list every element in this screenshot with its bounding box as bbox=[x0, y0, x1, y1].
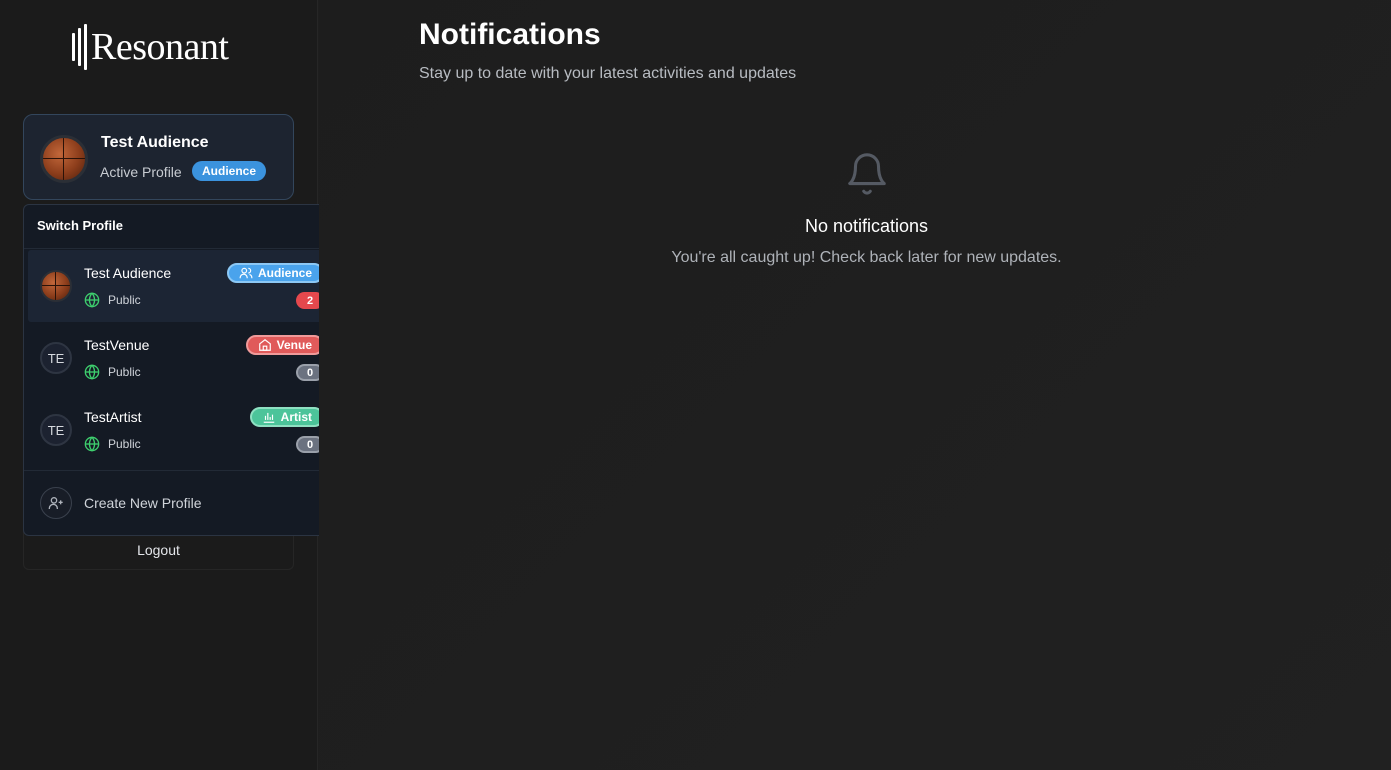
type-badge-artist: Artist bbox=[249, 407, 324, 427]
user-plus-icon bbox=[40, 487, 72, 519]
logo-text: Resonant bbox=[91, 26, 229, 68]
globe-icon bbox=[84, 436, 100, 452]
type-badge-audience: Audience bbox=[226, 263, 324, 283]
empty-state-title: No notifications bbox=[804, 216, 929, 236]
avatar bbox=[40, 270, 72, 302]
bell-icon bbox=[847, 153, 886, 195]
badge-label: Audience bbox=[257, 266, 312, 280]
logo-mark-icon bbox=[72, 24, 87, 70]
empty-state: No notifications You're all caught up! C… bbox=[619, 150, 1114, 267]
main-content: Notifications Stay up to date with your … bbox=[319, 0, 1391, 770]
badge-label: Audience bbox=[202, 164, 257, 178]
divider bbox=[24, 248, 342, 249]
visibility-label: Public bbox=[108, 365, 141, 379]
home-icon bbox=[258, 339, 271, 351]
visibility: Public bbox=[84, 292, 141, 308]
profile-option-name: Test Audience bbox=[84, 265, 172, 281]
create-new-profile-button[interactable]: Create New Profile bbox=[40, 487, 202, 519]
profile-option-testvenue[interactable]: TE TestVenue Public Venue 0 bbox=[28, 322, 338, 394]
badge-label: Artist bbox=[280, 410, 312, 424]
users-icon bbox=[239, 267, 253, 279]
profile-option-name: TestArtist bbox=[84, 409, 142, 425]
type-badge-venue: Venue bbox=[245, 335, 324, 355]
avatar bbox=[40, 135, 88, 183]
bar-chart-icon bbox=[263, 412, 274, 423]
badge-label: Venue bbox=[276, 338, 312, 352]
globe-icon bbox=[84, 292, 100, 308]
empty-state-text: You're all caught up! Check back later f… bbox=[671, 249, 1062, 266]
active-profile-name: Test Audience bbox=[101, 134, 209, 151]
create-new-profile-label: Create New Profile bbox=[84, 495, 202, 511]
active-profile-label: Active Profile bbox=[100, 164, 182, 180]
visibility: Public bbox=[84, 436, 141, 452]
profile-option-test-audience[interactable]: Test Audience Public Audience 2 bbox=[28, 250, 338, 322]
avatar-initials: TE bbox=[40, 342, 72, 374]
visibility: Public bbox=[84, 364, 141, 380]
profile-option-testartist[interactable]: TE TestArtist Public Artist 0 bbox=[28, 394, 338, 466]
profile-option-name: TestVenue bbox=[84, 337, 150, 353]
avatar-initials: TE bbox=[40, 414, 72, 446]
active-profile-card[interactable]: Test Audience Active Profile Audience bbox=[23, 114, 294, 200]
sidebar: Resonant Test Audience Active Profile Au… bbox=[0, 0, 343, 770]
logout-button[interactable]: Logout bbox=[23, 530, 294, 570]
page-title: Notifications bbox=[419, 18, 601, 51]
globe-icon bbox=[84, 364, 100, 380]
visibility-label: Public bbox=[108, 293, 141, 307]
visibility-label: Public bbox=[108, 437, 141, 451]
profile-switcher-dropdown: Switch Profile Test Audience Public Audi… bbox=[23, 204, 343, 536]
switcher-title: Switch Profile bbox=[37, 218, 123, 233]
divider bbox=[24, 470, 342, 471]
page-subtitle: Stay up to date with your latest activit… bbox=[419, 65, 797, 82]
logo[interactable]: Resonant bbox=[72, 24, 229, 70]
active-profile-type-badge: Audience bbox=[192, 161, 267, 181]
